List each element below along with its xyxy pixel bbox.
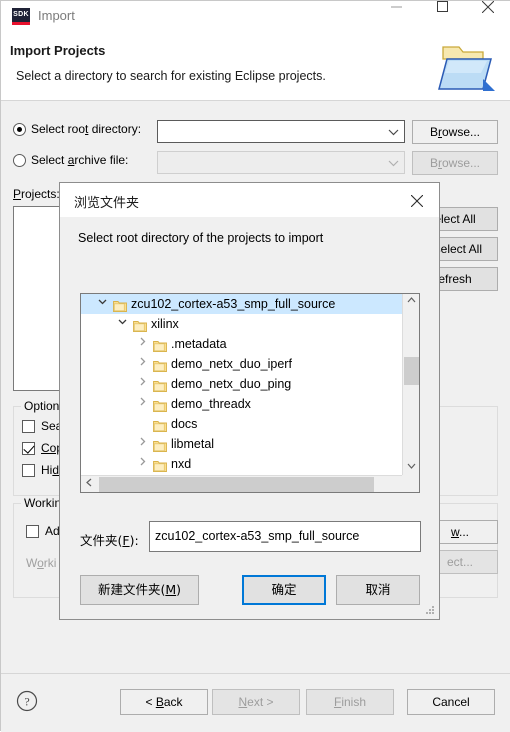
working-sets-group-title: Workin xyxy=(21,496,65,510)
tree-item[interactable]: demo_netx_duo_iperf xyxy=(81,354,403,374)
checkbox-add-to-working-sets[interactable] xyxy=(26,525,39,538)
tree-item-label: nxd xyxy=(171,457,192,471)
resize-grip[interactable] xyxy=(425,606,435,616)
chevron-right-icon[interactable] xyxy=(135,374,149,394)
svg-text:?: ? xyxy=(24,695,29,709)
chevron-down-icon[interactable] xyxy=(115,314,129,334)
tree-horizontal-scroll-thumb[interactable] xyxy=(99,477,374,492)
tree-item[interactable]: demo_netx_duo_ping xyxy=(81,374,403,394)
label-select-archive-file: Select archive file: xyxy=(31,153,129,167)
browse-for-folder-dialog: 浏览文件夹 Select root directory of the proje… xyxy=(59,182,440,620)
next-button[interactable]: Next > xyxy=(212,689,300,715)
chevron-right-icon[interactable] xyxy=(135,334,149,354)
folder-icon xyxy=(153,458,167,472)
cancel-button-folder-dialog[interactable]: 取消 xyxy=(336,575,420,605)
sdk-icon: SDK xyxy=(12,8,30,25)
archive-file-combo[interactable] xyxy=(157,151,405,174)
folder-icon xyxy=(153,338,167,352)
tree-item-label: docs xyxy=(171,417,198,431)
help-question-icon[interactable]: ? xyxy=(16,690,38,712)
folder-icon xyxy=(133,318,147,332)
chevron-down-icon xyxy=(388,160,399,167)
tree-item-label: demo_netx_duo_ping xyxy=(171,377,292,391)
folder-name-input[interactable]: zcu102_cortex-a53_smp_full_source xyxy=(149,521,421,552)
browse-root-directory-button[interactable]: Browse... xyxy=(412,120,498,144)
folder-name-label: 文件夹(F): xyxy=(80,533,139,548)
maximize-icon[interactable] xyxy=(419,1,465,32)
tree-item-label: libmetal xyxy=(171,437,215,451)
tree-item[interactable]: libmetal xyxy=(81,434,403,454)
scroll-down-icon[interactable] xyxy=(403,459,419,476)
page-subtitle: Select a directory to search for existin… xyxy=(16,69,326,83)
tree-item-label: .metadata xyxy=(171,337,227,351)
tree-item[interactable]: demo_threadx xyxy=(81,394,403,414)
scrollbar-corner xyxy=(402,475,419,492)
tree-item[interactable]: .metadata xyxy=(81,334,403,354)
label-select-root-directory: Select root directory: xyxy=(31,122,142,136)
minimize-icon[interactable] xyxy=(373,1,419,32)
chevron-right-icon[interactable] xyxy=(135,434,149,454)
browse-archive-file-button[interactable]: Browse... xyxy=(412,151,498,175)
folder-tree-rows[interactable]: zcu102_cortex-a53_smp_full_sourcexilinx.… xyxy=(81,294,403,476)
new-folder-button[interactable]: 新建文件夹(M) xyxy=(80,575,199,605)
folder-icon xyxy=(153,398,167,412)
folder-icon xyxy=(153,358,167,372)
label-projects: Projects: xyxy=(13,187,60,201)
chevron-down-icon[interactable] xyxy=(95,294,109,314)
root-directory-combo[interactable] xyxy=(157,120,405,143)
tree-item-label: zcu102_cortex-a53_smp_full_source xyxy=(131,297,336,311)
options-group-title: Option xyxy=(21,399,63,413)
scroll-left-icon[interactable] xyxy=(81,476,98,492)
close-icon[interactable] xyxy=(395,183,439,217)
wizard-header: Import Projects Select a directory to se… xyxy=(1,32,510,101)
tree-item[interactable]: zcu102_cortex-a53_smp_full_source xyxy=(81,294,403,314)
folder-tree[interactable]: zcu102_cortex-a53_smp_full_sourcexilinx.… xyxy=(80,293,420,493)
label-working-sets: Worki xyxy=(26,556,57,570)
tree-item-label: xilinx xyxy=(151,317,179,331)
titlebar: SDK Import xyxy=(1,1,510,32)
folder-dialog-titlebar: 浏览文件夹 xyxy=(60,183,439,217)
tree-vertical-scrollbar[interactable] xyxy=(402,294,419,476)
back-button[interactable]: < Back xyxy=(120,689,208,715)
tree-item[interactable]: nxd xyxy=(81,454,403,474)
chevron-right-icon[interactable] xyxy=(135,454,149,474)
folder-dialog-prompt: Select root directory of the projects to… xyxy=(78,231,324,245)
folder-icon xyxy=(153,378,167,392)
ok-button[interactable]: 确定 xyxy=(242,575,326,605)
tree-item-label: demo_netx_duo_iperf xyxy=(171,357,292,371)
folder-icon xyxy=(153,438,167,452)
tree-vertical-scroll-thumb[interactable] xyxy=(404,357,419,385)
close-icon[interactable] xyxy=(465,1,510,32)
chevron-down-icon xyxy=(388,129,399,136)
tree-item-label: demo_threadx xyxy=(171,397,251,411)
chevron-right-icon[interactable] xyxy=(135,394,149,414)
tree-horizontal-scrollbar[interactable] xyxy=(81,475,419,492)
folder-icon xyxy=(153,418,167,432)
folder-icon xyxy=(113,298,127,312)
chevron-right-icon[interactable] xyxy=(135,354,149,374)
tree-item[interactable]: xilinx xyxy=(81,314,403,334)
radio-select-root-directory[interactable] xyxy=(13,123,26,136)
finish-button[interactable]: Finish xyxy=(306,689,394,715)
cancel-button[interactable]: Cancel xyxy=(407,689,495,715)
checkbox-search-nested-projects[interactable] xyxy=(22,420,35,433)
checkbox-copy-projects[interactable] xyxy=(22,442,35,455)
tree-item[interactable]: docs xyxy=(81,414,403,434)
checkbox-hide-existing-projects[interactable] xyxy=(22,464,35,477)
scroll-up-icon[interactable] xyxy=(403,294,419,311)
folder-dialog-title: 浏览文件夹 xyxy=(74,196,140,211)
radio-select-archive-file[interactable] xyxy=(13,154,26,167)
window-title: Import xyxy=(38,8,75,23)
page-title: Import Projects xyxy=(10,43,106,58)
import-folder-icon xyxy=(425,39,497,100)
